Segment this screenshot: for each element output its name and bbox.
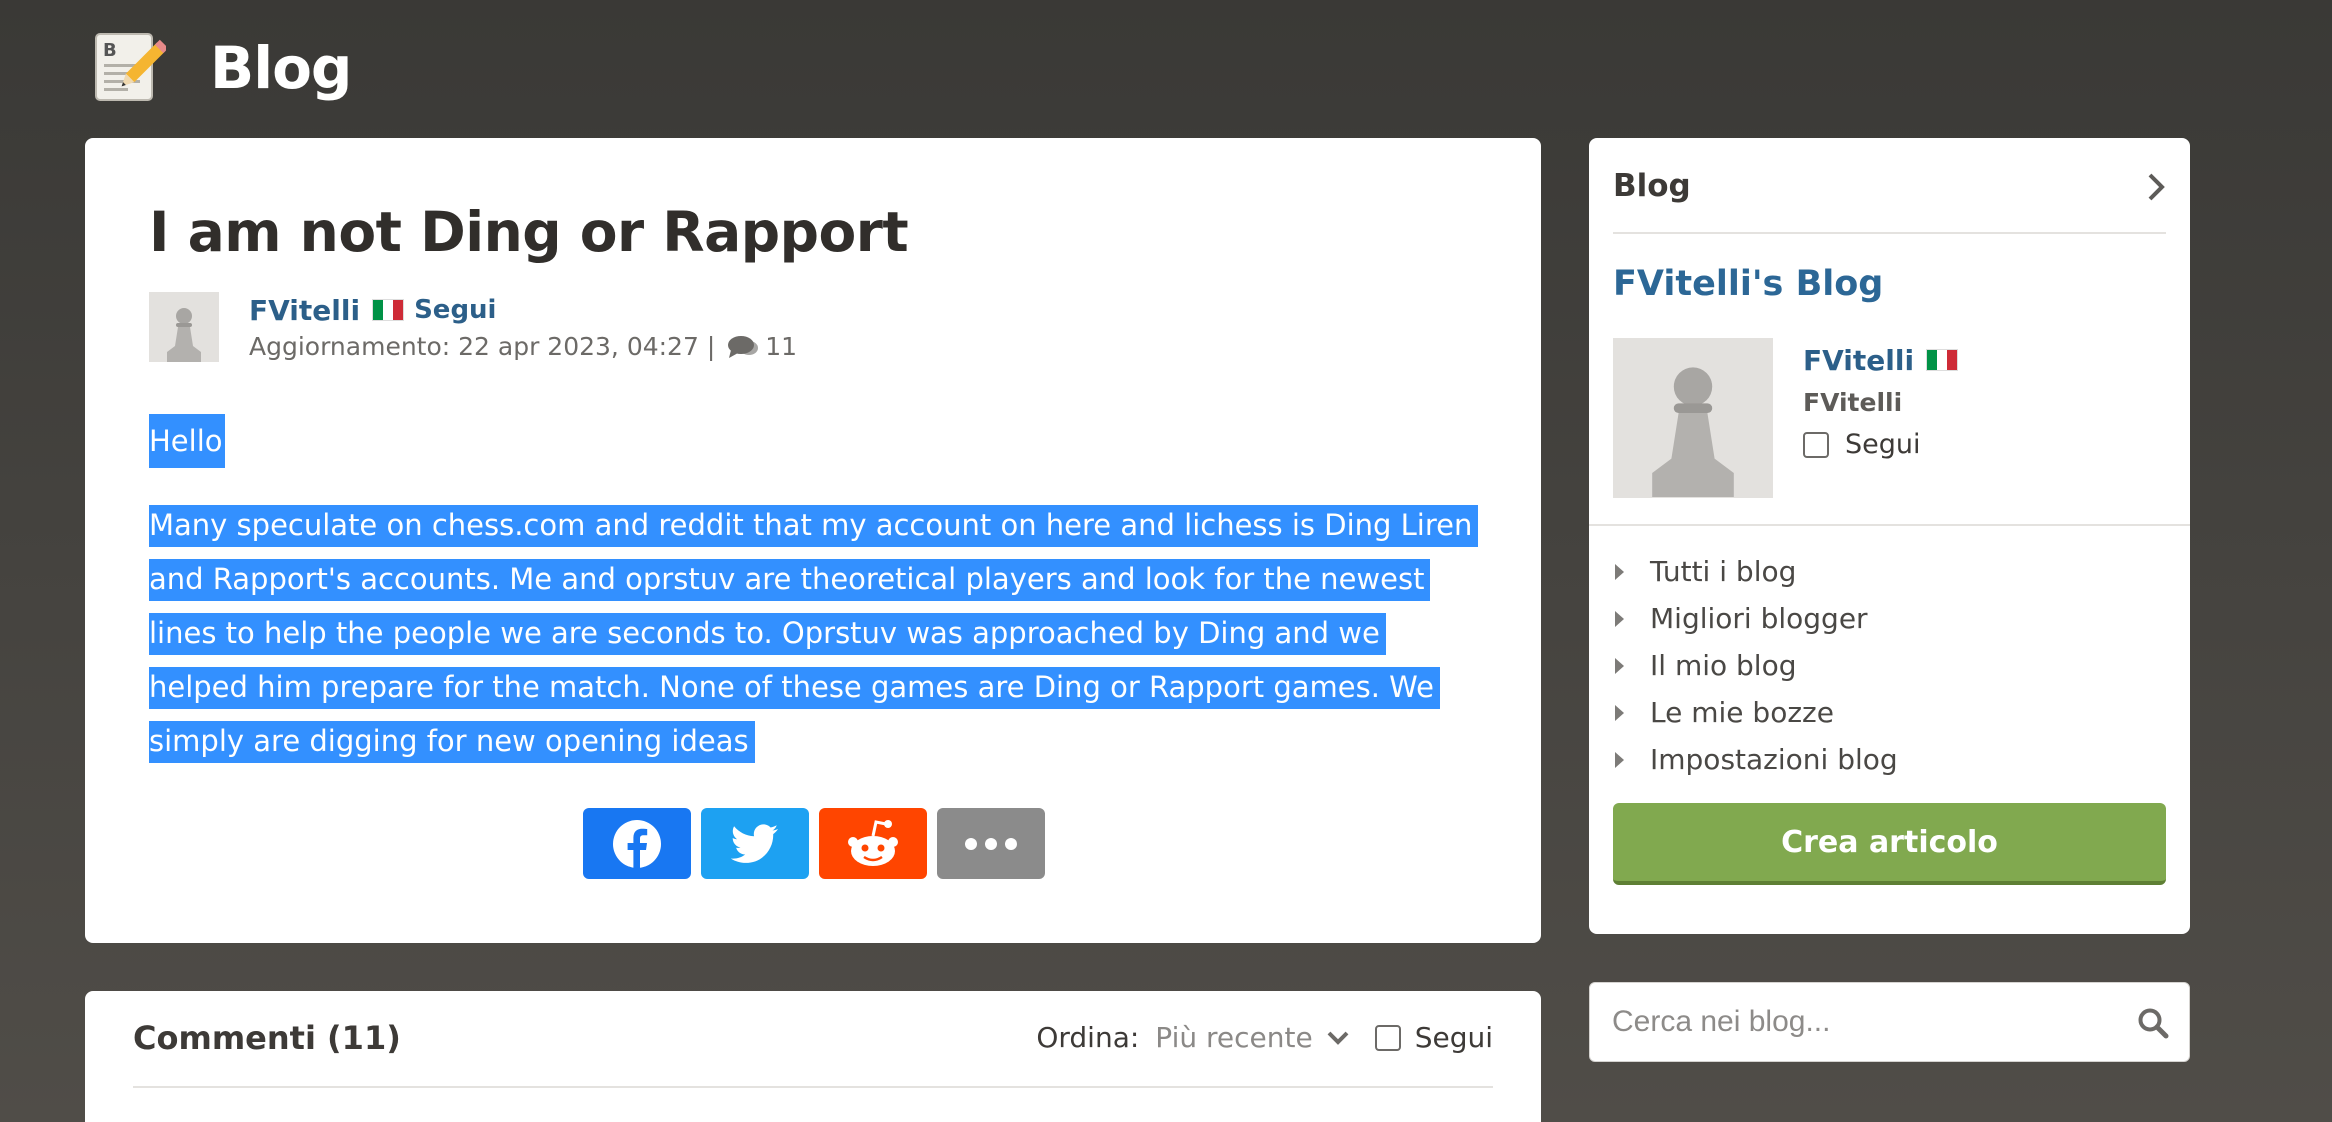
article-title: I am not Ding or Rapport (149, 200, 909, 264)
article-meta: Aggiornamento: 22 apr 2023, 04:27 | 11 (249, 332, 797, 361)
share-facebook-button[interactable] (583, 808, 691, 879)
comment-count[interactable]: 11 (765, 332, 797, 361)
pawn-icon (167, 308, 201, 362)
facebook-icon (613, 819, 661, 868)
sidebar-author-name[interactable]: FVitelli (1803, 344, 1914, 377)
sidebar-link-label[interactable]: Migliori blogger (1650, 602, 1868, 635)
article-body: Many speculate on chess.com and reddit t… (149, 498, 1479, 768)
follow-comments-label[interactable]: Segui (1415, 1021, 1493, 1054)
italy-flag-icon (1926, 349, 1959, 371)
author-name-link[interactable]: FVitelli (249, 294, 360, 327)
twitter-icon (731, 823, 778, 863)
sidebar-link-migliori-blogger[interactable]: Migliori blogger (1613, 595, 1898, 642)
page-header-title: Blog (210, 34, 352, 102)
sidebar-links: Tutti i blog Migliori blogger Il mio blo… (1613, 548, 1898, 783)
share-more-button[interactable] (937, 808, 1045, 879)
chevron-right-icon[interactable] (2146, 172, 2166, 202)
share-reddit-button[interactable] (819, 808, 927, 879)
sidebar-user-info: FVitelli FVitelli Segui (1803, 338, 1959, 460)
author-info: FVitelli Segui Aggiornamento: 22 apr 202… (249, 292, 797, 362)
caret-right-icon (1615, 563, 1624, 580)
article-card: I am not Ding or Rapport FVitelli Segui (85, 138, 1541, 943)
sidebar-link-le-mie-bozze[interactable]: Le mie bozze (1613, 689, 1898, 736)
sidebar-follow[interactable]: Segui (1803, 429, 1958, 460)
caret-right-icon (1615, 610, 1624, 627)
author-row: FVitelli Segui Aggiornamento: 22 apr 202… (149, 292, 797, 362)
site-header: B Blog (90, 28, 352, 108)
article-greeting: Hello (149, 414, 225, 468)
author-avatar[interactable] (149, 292, 219, 362)
caret-right-icon (1615, 704, 1624, 721)
follow-comments-checkbox[interactable] (1374, 1024, 1401, 1051)
chevron-down-icon[interactable] (1327, 1030, 1349, 1046)
sidebar-link-il-mio-blog[interactable]: Il mio blog (1613, 642, 1898, 689)
svg-text:B: B (103, 40, 117, 61)
sidebar-blog-card: Blog FVitelli's Blog FVitelli FVitelli S… (1589, 138, 2190, 934)
italy-flag-icon (372, 299, 405, 321)
comments-sort: Ordina: Più recente Segui (1036, 1021, 1493, 1054)
search-icon[interactable] (2137, 1007, 2169, 1039)
sidebar-follow-label[interactable]: Segui (1845, 429, 1921, 460)
sidebar-link-label[interactable]: Le mie bozze (1650, 696, 1834, 729)
article-body-text: Many speculate on chess.com and reddit t… (149, 505, 1479, 763)
updated-date: Aggiornamento: 22 apr 2023, 04:27 | (249, 332, 716, 361)
sidebar-divider (1589, 524, 2190, 526)
comments-title: Commenti (11) (133, 1019, 401, 1057)
share-twitter-button[interactable] (701, 808, 809, 879)
sidebar-link-tutti-i-blog[interactable]: Tutti i blog (1613, 548, 1898, 595)
sidebar-follow-checkbox[interactable] (1803, 431, 1829, 458)
pawn-icon (1652, 367, 1734, 497)
blog-notepad-icon[interactable]: B (90, 30, 169, 106)
sidebar-link-impostazioni-blog[interactable]: Impostazioni blog (1613, 736, 1898, 783)
sidebar-divider (1613, 232, 2166, 234)
sidebar-author-avatar[interactable] (1613, 338, 1773, 498)
sidebar-link-label[interactable]: Tutti i blog (1650, 555, 1796, 588)
sidebar-link-label[interactable]: Il mio blog (1650, 649, 1796, 682)
page: B Blog I am not Ding or Rapport FVitelli… (0, 0, 2332, 1122)
caret-right-icon (1615, 751, 1624, 768)
sidebar-link-label[interactable]: Impostazioni blog (1650, 743, 1898, 776)
share-buttons (583, 808, 1045, 879)
sort-select[interactable]: Più recente (1155, 1021, 1312, 1054)
create-article-button[interactable]: Crea articolo (1613, 803, 2166, 885)
sidebar-username: FVitelli (1803, 388, 1903, 417)
reddit-icon (848, 819, 898, 866)
follow-author-link[interactable]: Segui (414, 295, 496, 325)
blog-search-input[interactable] (1590, 983, 2110, 1061)
comments-divider (133, 1086, 1493, 1088)
more-icon (965, 837, 1017, 850)
comment-icon (728, 335, 759, 358)
blog-search (1589, 982, 2190, 1062)
caret-right-icon (1615, 657, 1624, 674)
sidebar-blog-title[interactable]: FVitelli's Blog (1613, 264, 1883, 304)
comments-card: Commenti (11) Ordina: Più recente Segui (85, 991, 1541, 1122)
sort-label: Ordina: (1036, 1021, 1140, 1054)
sidebar-heading[interactable]: Blog (1613, 168, 1691, 204)
